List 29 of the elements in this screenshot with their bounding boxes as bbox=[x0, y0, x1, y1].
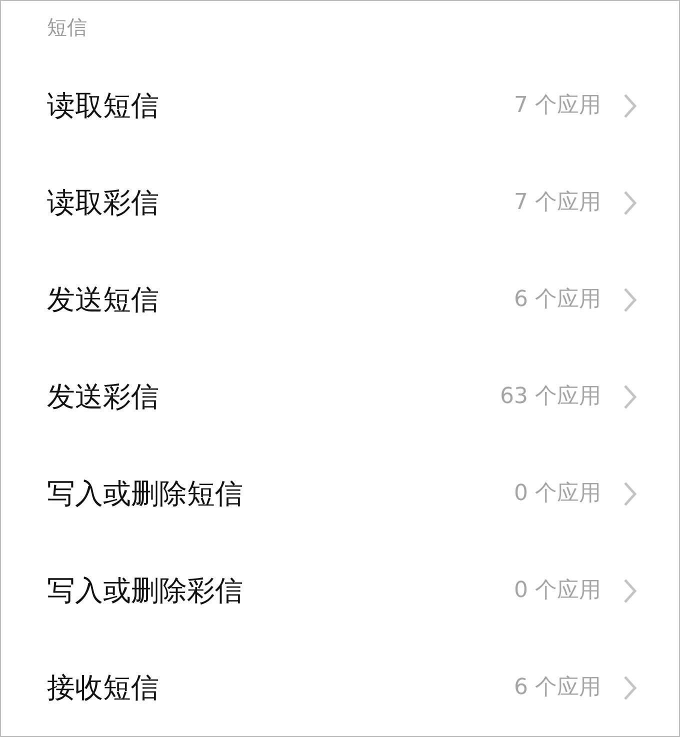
permission-label: 发送短信 bbox=[47, 282, 160, 318]
permission-label: 写入或删除彩信 bbox=[47, 572, 244, 608]
permission-label: 读取彩信 bbox=[47, 184, 160, 220]
permission-label: 接收短信 bbox=[47, 670, 160, 706]
chevron-right-icon bbox=[623, 286, 637, 312]
permission-row[interactable]: 读取彩信 7 个应用 bbox=[1, 154, 679, 251]
chevron-right-icon bbox=[623, 480, 637, 506]
chevron-right-icon bbox=[623, 384, 637, 410]
permission-row[interactable]: 写入或删除短信 0 个应用 bbox=[1, 445, 679, 542]
chevron-right-icon bbox=[623, 92, 637, 118]
chevron-right-icon bbox=[623, 190, 637, 216]
app-count: 0 个应用 bbox=[514, 577, 601, 605]
permission-row[interactable]: 写入或删除彩信 0 个应用 bbox=[1, 542, 679, 639]
app-count: 7 个应用 bbox=[514, 189, 601, 217]
permission-label: 发送彩信 bbox=[47, 378, 160, 414]
app-count: 63 个应用 bbox=[500, 383, 601, 411]
chevron-right-icon bbox=[623, 674, 637, 700]
permission-label: 写入或删除短信 bbox=[47, 476, 244, 512]
permission-label: 读取短信 bbox=[47, 88, 160, 124]
app-count: 7 个应用 bbox=[514, 92, 601, 120]
permission-row[interactable]: 发送短信 6 个应用 bbox=[1, 251, 679, 348]
permission-row[interactable]: 接收短信 6 个应用 bbox=[1, 639, 679, 736]
permission-row[interactable]: 读取短信 7 个应用 bbox=[1, 57, 679, 154]
app-count: 0 个应用 bbox=[514, 480, 601, 508]
section-title: 短信 bbox=[46, 14, 88, 41]
permission-row[interactable]: 发送彩信 63 个应用 bbox=[1, 348, 679, 445]
chevron-right-icon bbox=[623, 578, 637, 604]
app-count: 6 个应用 bbox=[514, 286, 601, 314]
app-count: 6 个应用 bbox=[514, 674, 601, 702]
